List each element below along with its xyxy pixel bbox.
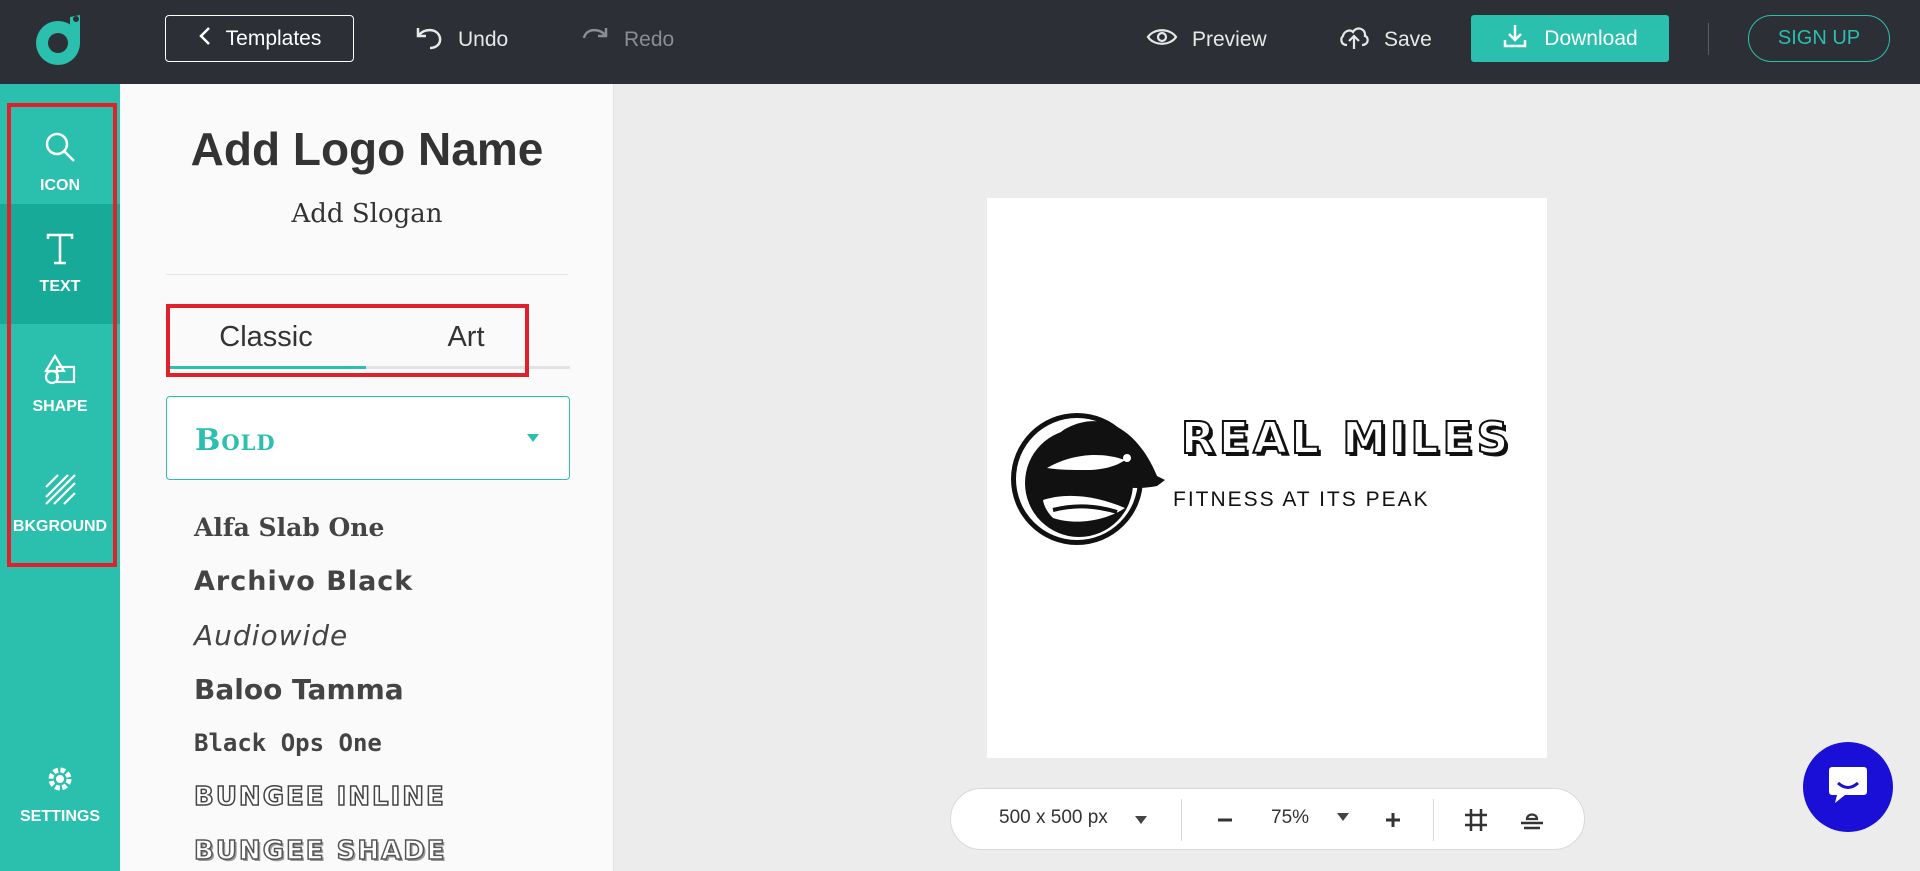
canvas-toolbar: 500 x 500 px 75% <box>950 788 1585 850</box>
rail-item-background[interactable]: BKGROUND <box>0 444 120 564</box>
font-category-select[interactable]: Bold <box>166 396 570 480</box>
font-item[interactable]: Audiowide <box>194 608 447 662</box>
eye-icon <box>1146 26 1178 54</box>
undo-button[interactable]: Undo <box>414 22 508 58</box>
preview-label: Preview <box>1192 28 1267 51</box>
settings-label: SETTINGS <box>19 807 100 825</box>
logo-slogan-text[interactable]: FITNESS AT ITS PEAK <box>1173 488 1430 512</box>
text-panel: Add Logo Name Add Slogan Classic Art Bol… <box>120 84 614 871</box>
download-label: Download <box>1544 26 1638 50</box>
font-tabs: Classic Art <box>166 309 570 369</box>
redo-label: Redo <box>624 28 675 51</box>
rail-item-text[interactable]: TEXT <box>0 204 120 324</box>
font-item[interactable]: Black Ops One <box>194 716 447 770</box>
shapes-icon <box>43 353 77 390</box>
chevron-down-icon <box>527 434 539 442</box>
chat-icon <box>1825 763 1871 812</box>
signup-button[interactable]: SIGN UP <box>1748 15 1890 62</box>
align-bottom-icon <box>1521 813 1543 830</box>
chevron-down-icon[interactable] <box>1135 816 1147 824</box>
font-item[interactable]: BUNGEE SHADE <box>193 824 447 871</box>
add-slogan[interactable]: Add Slogan <box>120 199 613 229</box>
redo-button[interactable]: Redo <box>580 22 674 58</box>
otter-logo-icon[interactable] <box>1007 408 1167 550</box>
text-icon <box>45 233 75 270</box>
design-canvas[interactable]: REAL MILES FITNESS AT ITS PEAK <box>987 198 1547 758</box>
templates-button[interactable]: Templates <box>165 15 354 62</box>
gear-icon <box>44 763 76 800</box>
canvas-size-select[interactable]: 500 x 500 px <box>999 807 1108 829</box>
font-list: Alfa Slab One Archivo Black Audiowide Ba… <box>193 500 447 871</box>
left-rail: ICON TEXT SHAPE BKGROUND SETTINGS <box>0 84 120 871</box>
chevron-left-icon <box>198 26 212 52</box>
rail-item-label: SHAPE <box>32 397 88 415</box>
tab-art[interactable]: Art <box>366 309 566 366</box>
grid-toggle-button[interactable] <box>1459 803 1493 837</box>
redo-icon <box>580 24 610 56</box>
zoom-out-button[interactable] <box>1208 803 1242 837</box>
toolbar-divider <box>1181 799 1182 841</box>
undo-icon <box>414 24 444 56</box>
save-label: Save <box>1384 28 1432 51</box>
rail-item-label: ICON <box>40 176 80 194</box>
search-icon <box>43 130 77 169</box>
app-logo[interactable] <box>30 11 90 71</box>
download-icon <box>1502 23 1528 55</box>
font-item[interactable]: Archivo Black <box>194 554 447 608</box>
tab-classic[interactable]: Classic <box>166 309 366 369</box>
zoom-level-select[interactable]: 75% <box>1271 807 1309 829</box>
download-button[interactable]: Download <box>1471 15 1669 62</box>
undo-label: Undo <box>458 28 509 51</box>
preview-button[interactable]: Preview <box>1146 22 1267 58</box>
logo-name-text[interactable]: REAL MILES <box>1180 412 1512 465</box>
templates-label: Templates <box>225 26 322 50</box>
toolbar-divider <box>1708 23 1709 55</box>
chat-widget-button[interactable] <box>1803 742 1893 832</box>
font-item[interactable]: Baloo Tamma <box>194 662 447 716</box>
minus-icon <box>1218 818 1232 822</box>
save-button[interactable]: Save <box>1338 22 1432 58</box>
font-item[interactable]: Alfa Slab One <box>194 500 447 554</box>
zoom-in-button[interactable] <box>1376 803 1410 837</box>
grid-icon <box>1465 809 1487 831</box>
plus-icon <box>1386 813 1400 827</box>
font-item[interactable]: BUNGEE INLINE <box>193 770 447 824</box>
toolbar-divider <box>1433 799 1434 841</box>
cloud-upload-icon <box>1338 23 1370 57</box>
align-button[interactable] <box>1515 803 1549 837</box>
rail-item-shape[interactable]: SHAPE <box>0 324 120 444</box>
add-logo-name[interactable]: Add Logo Name <box>120 122 613 176</box>
rail-item-settings[interactable]: SETTINGS <box>0 734 120 854</box>
rail-item-label: BKGROUND <box>12 517 108 535</box>
rail-item-label: TEXT <box>39 277 81 295</box>
chevron-down-icon[interactable] <box>1337 813 1349 821</box>
panel-divider <box>166 274 568 275</box>
background-icon <box>44 473 76 510</box>
font-category-value: Bold <box>195 423 276 458</box>
top-bar: Templates Undo Redo Preview Save Downloa… <box>0 0 1920 84</box>
